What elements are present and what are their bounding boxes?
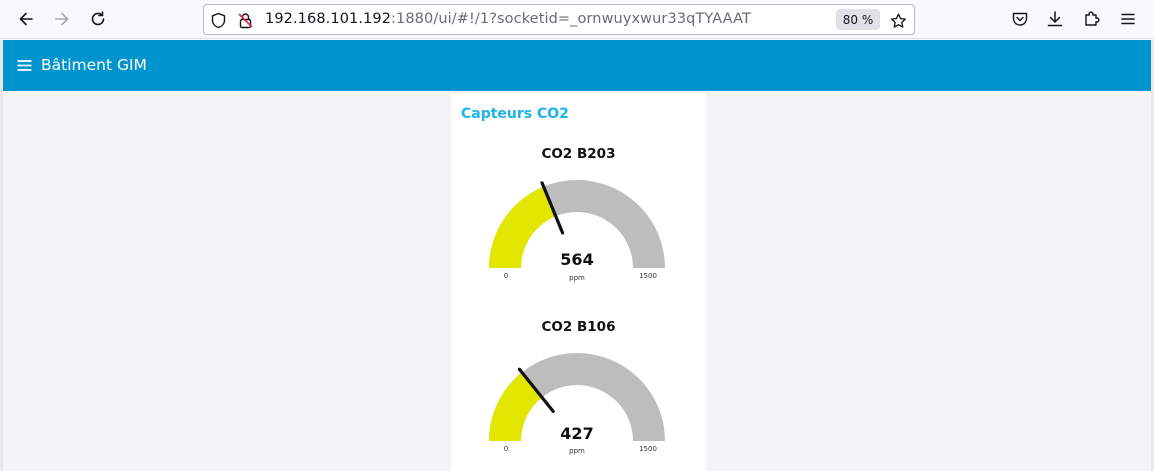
pocket-button[interactable] (1007, 6, 1033, 32)
gauge-min-label: 0 (504, 272, 508, 280)
app-menu-button[interactable] (1115, 6, 1141, 32)
dashboard-title: Bâtiment GIM (41, 56, 147, 74)
gauge-title: CO2 B203 (541, 146, 616, 162)
gauge-unit: ppm (569, 447, 585, 455)
dashboard-menu-button[interactable] (16, 57, 33, 74)
co2-gauge: 564 ppm 0 1500 (489, 180, 665, 282)
puzzle-piece-icon (1085, 11, 1100, 26)
gauge-max-label: 1500 (639, 272, 657, 280)
insecure-lock-icon[interactable] (237, 12, 254, 29)
forward-button[interactable] (49, 6, 75, 32)
hamburger-menu-icon (1121, 13, 1135, 25)
shield-icon[interactable] (210, 12, 227, 29)
address-bar[interactable]: 192.168.101.192:1880/ui/#!/1?socketid=_o… (203, 4, 915, 35)
gauge-unit: ppm (569, 274, 585, 282)
reload-icon (91, 11, 105, 26)
gauge-value: 427 (560, 424, 593, 443)
download-icon (1047, 11, 1063, 27)
bookmark-star-icon[interactable] (890, 12, 907, 29)
gauge-fill (489, 186, 556, 268)
back-button[interactable] (13, 6, 39, 32)
hamburger-menu-icon (17, 60, 32, 71)
gauge-title: CO2 B106 (541, 319, 616, 335)
extensions-button[interactable] (1079, 6, 1105, 32)
gauge-max-label: 1500 (639, 445, 657, 453)
arrow-left-icon (19, 12, 33, 26)
arrow-right-icon (55, 12, 69, 26)
url-text[interactable]: 192.168.101.192:1880/ui/#!/1?socketid=_o… (265, 11, 751, 27)
url-host: 192.168.101.192 (265, 11, 392, 27)
dashboard-header (0, 40, 1154, 93)
zoom-level-button[interactable]: 80 % (836, 9, 880, 30)
downloads-button[interactable] (1042, 6, 1068, 32)
gauge-min-label: 0 (504, 445, 508, 453)
gauge-value: 564 (560, 250, 593, 269)
pocket-icon (1012, 12, 1028, 26)
group-title: Capteurs CO2 (461, 106, 569, 122)
co2-gauge: 427 ppm 0 1500 (489, 353, 665, 455)
reload-button[interactable] (85, 6, 111, 32)
url-path: :1880/ui/#!/1?socketid=_ornwuyxwur33qTYA… (391, 11, 751, 27)
